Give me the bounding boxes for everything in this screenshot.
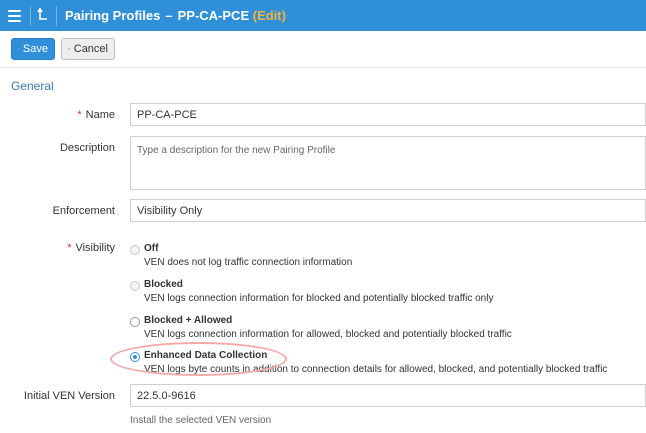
visibility-label-text: Visibility bbox=[75, 242, 115, 254]
cancel-button[interactable]: Cancel bbox=[61, 38, 115, 60]
level-up-icon[interactable] bbox=[36, 7, 50, 23]
ven-version-help-text: Install the selected VEN version bbox=[130, 415, 272, 426]
page-title-text: Pairing Profiles bbox=[65, 8, 161, 23]
required-marker: * bbox=[77, 109, 82, 121]
description-textarea[interactable]: Type a description for the new Pairing P… bbox=[130, 136, 646, 190]
enforcement-label: Enforcement bbox=[52, 205, 115, 217]
radio-label: Blocked + Allowed bbox=[144, 315, 233, 326]
radio-description: VEN logs connection information for allo… bbox=[144, 329, 512, 340]
description-label: Description bbox=[59, 142, 115, 154]
radio-description: VEN does not log traffic connection info… bbox=[144, 257, 353, 268]
name-label-text: Name bbox=[85, 109, 115, 121]
name-input[interactable]: PP-CA-PCE bbox=[130, 103, 646, 126]
radio-label: Blocked bbox=[144, 279, 183, 290]
required-marker: * bbox=[67, 242, 72, 254]
cancel-icon bbox=[68, 48, 70, 50]
profile-name: PP-CA-PCE bbox=[177, 8, 250, 23]
cancel-button-label: Cancel bbox=[73, 43, 108, 55]
ven-version-label: Initial VEN Version bbox=[23, 390, 115, 402]
header-divider bbox=[56, 6, 57, 26]
header-bar: Pairing Profiles – PP-CA-PCE (Edit) bbox=[0, 0, 646, 31]
radio-button[interactable] bbox=[130, 317, 140, 327]
section-title-general: General bbox=[11, 79, 54, 93]
page-title: Pairing Profiles – PP-CA-PCE (Edit) bbox=[65, 8, 286, 23]
radio-label: Off bbox=[144, 243, 159, 254]
ven-version-select[interactable]: 22.5.0-9616 bbox=[130, 384, 646, 407]
title-separator: – bbox=[165, 8, 173, 23]
save-button[interactable]: Save bbox=[11, 38, 55, 60]
radio-button[interactable] bbox=[130, 245, 140, 255]
hamburger-menu-icon[interactable] bbox=[7, 7, 23, 23]
highlight-annotation-ring bbox=[110, 342, 287, 376]
header-divider bbox=[30, 6, 31, 26]
save-button-label: Save bbox=[22, 43, 48, 55]
radio-button[interactable] bbox=[130, 281, 140, 291]
save-icon bbox=[18, 48, 19, 50]
enforcement-select[interactable]: Visibility Only bbox=[130, 199, 646, 222]
action-toolbar: Save Cancel bbox=[0, 31, 646, 68]
visibility-label: * Visibility bbox=[67, 242, 115, 254]
edit-mode-label: (Edit) bbox=[252, 8, 286, 23]
radio-description: VEN logs connection information for bloc… bbox=[144, 293, 494, 304]
name-label: * Name bbox=[77, 109, 115, 121]
